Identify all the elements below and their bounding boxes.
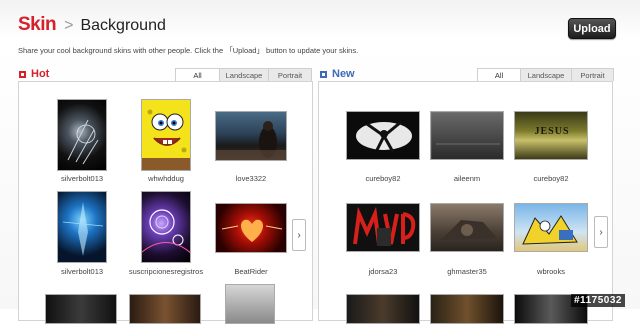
- hot-tabs: All Landscape Portrait: [175, 68, 312, 81]
- breadcrumb-separator: >: [64, 17, 74, 34]
- new-thumb-2[interactable]: [430, 111, 504, 160]
- hot-thumb-8[interactable]: [129, 294, 201, 324]
- hot-section-header: Hot: [19, 68, 49, 80]
- new-thumb-6[interactable]: [514, 203, 588, 252]
- hot-thumb-3[interactable]: [215, 111, 287, 161]
- new-tab-portrait[interactable]: Portrait: [571, 68, 614, 81]
- new-caption-3: cureboy82: [533, 174, 569, 183]
- grey-texture-icon: [431, 112, 503, 159]
- hot-thumb-5[interactable]: [141, 191, 191, 263]
- skin-gallery-page: Skin > Background Upload Share your cool…: [0, 0, 640, 324]
- heart-icon: [221, 219, 283, 242]
- abstract-art-icon: [142, 209, 190, 254]
- new-thumb-4[interactable]: [346, 203, 420, 252]
- hot-thumb-6[interactable]: [215, 203, 287, 253]
- hot-tab-all[interactable]: All: [175, 68, 220, 81]
- hot-panel: silverbolt013 whwhddug love3322 silverbo…: [18, 81, 313, 324]
- new-thumb-7[interactable]: [346, 294, 420, 324]
- new-thumb-5[interactable]: [430, 203, 504, 252]
- new-title: New: [332, 68, 355, 80]
- hot-caption-3: love3322: [235, 174, 267, 183]
- cartoon-art-icon: [522, 215, 578, 245]
- splash-figure-icon: [356, 120, 412, 153]
- new-tab-all[interactable]: All: [477, 68, 521, 81]
- hot-thumb-9[interactable]: [225, 284, 275, 324]
- new-thumb-1[interactable]: [346, 111, 420, 160]
- hot-thumb-7[interactable]: [45, 294, 117, 324]
- sponge-character-icon: [142, 100, 190, 170]
- red-letters-icon: [353, 206, 416, 246]
- feather-art-icon: [67, 119, 99, 165]
- new-thumb-3-text: JESUS: [534, 126, 570, 137]
- hot-thumb-2[interactable]: [141, 99, 191, 171]
- new-bullet-icon: [320, 70, 327, 78]
- new-panel: cureboy82 aileenm JESUS cureboy82 jdorsa…: [318, 81, 613, 324]
- new-thumb-8[interactable]: [430, 294, 504, 324]
- page-heading: Background: [80, 17, 166, 34]
- new-tab-landscape[interactable]: Landscape: [520, 68, 572, 81]
- hot-next-arrow[interactable]: ›: [292, 219, 306, 251]
- hot-thumb-1[interactable]: [57, 99, 107, 171]
- watermark: #1175032: [571, 294, 625, 307]
- new-thumb-3[interactable]: JESUS: [514, 111, 588, 160]
- blue-figure-icon: [62, 202, 104, 256]
- new-next-arrow[interactable]: ›: [594, 216, 608, 248]
- upload-button[interactable]: Upload: [568, 18, 616, 39]
- skin-link[interactable]: Skin: [18, 14, 57, 36]
- new-caption-6: wbrooks: [537, 267, 565, 276]
- hot-tab-portrait[interactable]: Portrait: [268, 68, 312, 81]
- machine-art-icon: [441, 220, 497, 240]
- landscape-figure-icon: [216, 121, 286, 160]
- hot-caption-6: BeatRider: [234, 267, 268, 276]
- hot-tab-landscape[interactable]: Landscape: [219, 68, 269, 81]
- new-section-header: New: [320, 68, 355, 80]
- hot-bullet-icon: [19, 70, 26, 78]
- page-title: Skin > Background: [18, 14, 166, 36]
- hot-thumb-4[interactable]: [57, 191, 107, 263]
- page-description: Share your cool background skins with ot…: [18, 46, 359, 55]
- new-tabs: All Landscape Portrait: [477, 68, 614, 81]
- hot-title: Hot: [31, 68, 50, 80]
